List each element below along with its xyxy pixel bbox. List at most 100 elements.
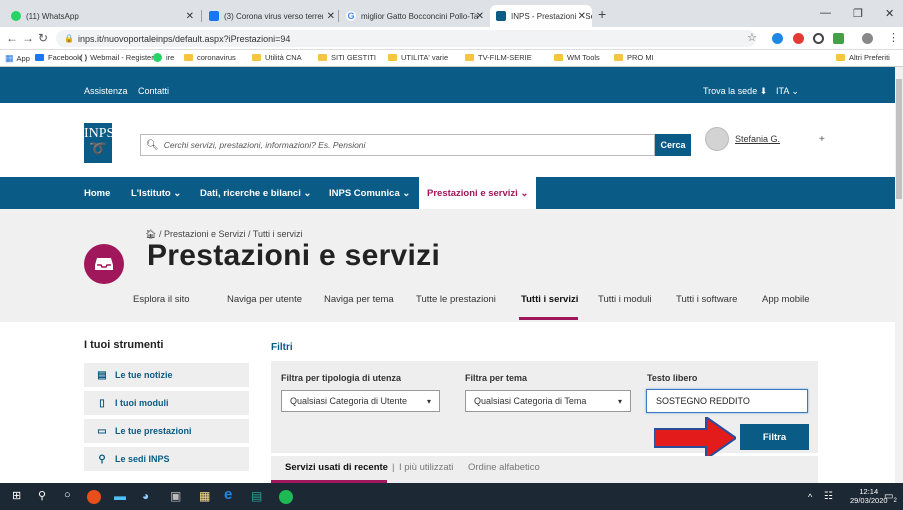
avatar[interactable] <box>705 127 729 151</box>
subnav-software[interactable]: Tutti i software <box>676 294 737 305</box>
nav-prestazioni[interactable]: Prestazioni e servizi ⌄ <box>419 177 537 209</box>
clock[interactable]: 12:14 29/03/2020 <box>850 487 888 505</box>
subnav-moduli[interactable]: Tutti i moduli <box>598 294 652 305</box>
windows-start-icon[interactable]: ⊞ <box>12 489 21 502</box>
close-icon[interactable]: ✕ <box>186 11 194 22</box>
nav-istituto[interactable]: L'Istituto ⌄ <box>131 177 181 209</box>
scrollbar[interactable] <box>895 67 903 483</box>
bookmark-folder[interactable]: PRO MI <box>614 53 654 62</box>
subnav-tema[interactable]: Naviga per tema <box>324 294 394 305</box>
subnav-prestazioni[interactable]: Tutte le prestazioni <box>416 294 496 305</box>
tab-google[interactable]: G miglior Gatto Bocconcini Pollo-Ta ✕ <box>340 5 490 27</box>
whatsapp-icon <box>11 11 21 21</box>
tab-facebook[interactable]: (3) Corona virus verso terremoto <box>203 5 323 27</box>
close-icon[interactable]: ✕ <box>575 10 586 22</box>
assistenza-link[interactable]: Assistenza <box>84 86 128 96</box>
minimize-button[interactable]: — <box>820 7 831 19</box>
subnav-esplora[interactable]: Esplora il sito <box>133 294 190 305</box>
sidebar-item-moduli[interactable]: ▯ I tuoi moduli <box>84 391 249 417</box>
tema-select[interactable]: Qualsiasi Categoria di Tema ▾ <box>465 390 631 412</box>
sidebar-item-sedi[interactable]: ⚲ Le sedi INPS <box>84 447 249 473</box>
subnav-app[interactable]: App mobile <box>762 294 810 305</box>
extension-icon[interactable] <box>772 33 783 44</box>
bookmark-apps[interactable]: ▦ App <box>5 53 30 64</box>
forward-icon[interactable]: → <box>22 31 34 45</box>
bookmark-folder[interactable]: TV-FILM-SERIE <box>465 53 532 62</box>
maximize-button[interactable]: ❐ <box>853 7 863 20</box>
inbox-icon: ▭ <box>97 425 107 437</box>
filtra-button[interactable]: Filtra <box>740 424 809 450</box>
reload-icon[interactable]: ↻ <box>38 31 48 45</box>
menu-icon[interactable]: ⋮ <box>888 31 899 44</box>
extension-icon[interactable] <box>793 33 804 44</box>
address-bar-row: ← → ↻ 🔒 inps.it/nuovoportaleinps/default… <box>0 27 903 50</box>
folder-icon <box>388 54 397 61</box>
notification-icon[interactable]: ▭2 <box>884 491 897 504</box>
user-menu-toggle[interactable]: + <box>819 134 825 145</box>
tab-utilizzati[interactable]: I più utilizzati <box>399 462 453 473</box>
bookmark-folder[interactable]: WM Tools <box>554 53 600 62</box>
store-icon[interactable]: ▦ <box>199 489 210 503</box>
profile-avatar[interactable] <box>862 33 873 44</box>
close-icon[interactable]: ✕ <box>327 11 335 22</box>
breadcrumb-item[interactable]: Prestazioni e Servizi <box>164 229 246 239</box>
search-input[interactable]: 🔍︎ Cerchi servizi, prestazioni, informaz… <box>140 134 655 156</box>
nav-home[interactable]: Home <box>84 177 110 209</box>
search-button[interactable]: Cerca <box>655 134 691 156</box>
bookmark-folder[interactable]: UTILITA' varie <box>388 53 448 62</box>
user-name-link[interactable]: Stefania G. <box>735 134 780 144</box>
free-text-input[interactable]: SOSTEGNO REDDITO <box>646 389 808 413</box>
nav-dati[interactable]: Dati, ricerche e bilanci ⌄ <box>200 177 311 209</box>
sidebar-item-prestazioni[interactable]: ▭ Le tue prestazioni <box>84 419 249 445</box>
nav-comunica[interactable]: INPS Comunica ⌄ <box>329 177 410 209</box>
app-icon[interactable]: ▤ <box>251 489 262 503</box>
bookmark-folder[interactable]: coronavirus <box>184 53 236 62</box>
bookmark-folder[interactable]: Utilità CNA <box>252 53 302 62</box>
bookmark-facebook[interactable]: Facebook <box>35 53 81 62</box>
spotify-icon[interactable] <box>279 490 293 504</box>
extension-icon[interactable] <box>833 33 844 44</box>
subnav-utente[interactable]: Naviga per utente <box>227 294 302 305</box>
language-selector[interactable]: ITA ⌄ <box>776 86 799 97</box>
photos-icon[interactable]: ◕ <box>142 489 149 503</box>
address-bar[interactable]: 🔒 inps.it/nuovoportaleinps/default.aspx?… <box>56 30 756 47</box>
edge-icon[interactable]: e <box>224 486 232 503</box>
contatti-link[interactable]: Contatti <box>138 86 169 96</box>
bookmark-folder[interactable]: SITI GESTITI <box>318 53 376 62</box>
bookmark-ire[interactable]: ire <box>153 53 174 62</box>
trova-sede-link[interactable]: Trova la sede ⬇ <box>703 86 767 97</box>
extension-icon[interactable] <box>813 33 824 44</box>
tab-alfabetico[interactable]: Ordine alfabetico <box>468 462 540 473</box>
tab-separator: | <box>392 462 395 473</box>
folder-icon <box>554 54 563 61</box>
folder-icon <box>318 54 327 61</box>
utenza-select[interactable]: Qualsiasi Categoria di Utente ▾ <box>281 390 440 412</box>
search-icon[interactable]: ⚲ <box>38 489 46 502</box>
back-icon[interactable]: ← <box>6 31 18 45</box>
filters-title: Filtri <box>271 342 293 353</box>
chevron-up-icon[interactable]: ^ <box>808 492 812 502</box>
inps-logo[interactable]: INPS ➰ <box>84 123 114 163</box>
close-icon[interactable]: ✕ <box>476 11 484 22</box>
subnav-servizi[interactable]: Tutti i servizi <box>521 294 578 305</box>
app-icon[interactable]: ▣ <box>170 489 181 503</box>
tab-recenti[interactable]: Servizi usati di recente <box>285 462 388 473</box>
calendar-icon[interactable]: ▬ <box>114 489 126 503</box>
tab-inps[interactable]: INPS - Prestazioni e Servizi - Tutti ✕ <box>490 5 592 27</box>
chevron-down-icon: ▾ <box>426 396 431 406</box>
bookmark-webmail[interactable]: ( ) Webmail - Register... <box>80 53 160 62</box>
bookmark-other[interactable]: Altri Preferiti <box>836 53 890 62</box>
close-window-button[interactable]: ✕ <box>885 7 894 20</box>
tab-whatsapp[interactable]: (11) WhatsApp ✕ <box>5 5 200 27</box>
opera-icon[interactable] <box>87 490 101 504</box>
red-arrow-annotation <box>654 417 736 459</box>
sidebar-item-notizie[interactable]: ▤ Le tue notizie <box>84 363 249 389</box>
home-icon[interactable]: 🏠︎ <box>145 229 156 239</box>
task-view-icon[interactable]: ○ <box>64 489 71 501</box>
folder-icon <box>836 54 845 61</box>
new-tab-button[interactable]: + <box>598 6 606 22</box>
star-icon[interactable]: ☆ <box>747 31 757 44</box>
network-icon[interactable]: ☷ <box>824 491 833 502</box>
chevron-down-icon: ⌄ <box>402 187 411 199</box>
scrollbar-thumb[interactable] <box>896 79 902 199</box>
